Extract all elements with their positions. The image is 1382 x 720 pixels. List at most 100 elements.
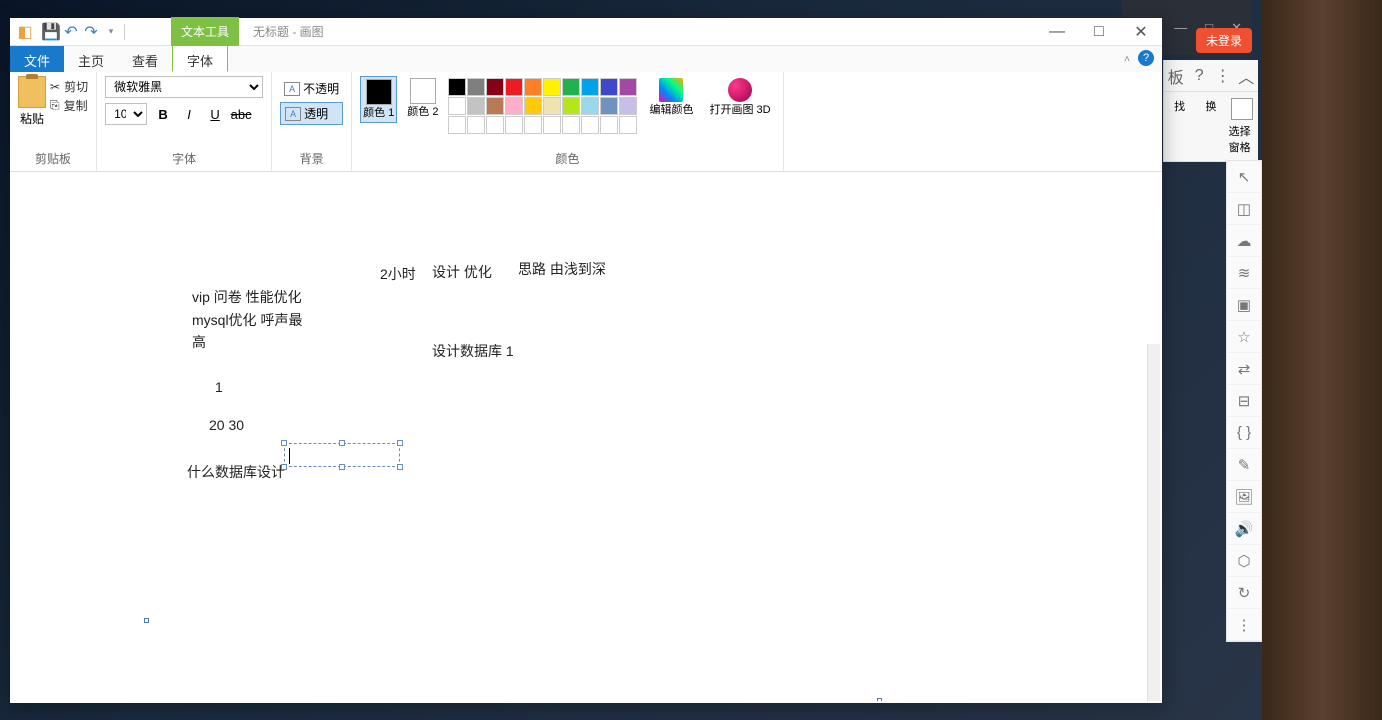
text-tool-tab: 文本工具 xyxy=(171,17,239,46)
desktop-wood-decor xyxy=(1262,0,1382,720)
paint-window: ◧ 💾 ↶ ↷ ▾ 文本工具 无标题 - 画图 — □ ✕ 文件 主页 查看 字… xyxy=(10,18,1162,703)
color-swatch-empty[interactable] xyxy=(448,116,466,134)
edit-colors-button[interactable]: 编辑颜色 xyxy=(645,76,697,119)
color-swatch[interactable] xyxy=(581,78,599,96)
rtb-hex-icon[interactable]: ⬡ xyxy=(1227,545,1261,577)
color-swatch[interactable] xyxy=(562,78,580,96)
paint3d-button[interactable]: 打开画图 3D xyxy=(705,76,774,119)
canvas-area[interactable]: 2小时 设计 优化 思路 由浅到深 vip 问卷 性能优化 mysql优化 呼声… xyxy=(12,174,1160,701)
strip-swap[interactable]: 换 xyxy=(1197,98,1224,155)
rtb-sound-icon[interactable]: 🔊 xyxy=(1227,513,1261,545)
paint-logo-icon[interactable]: ◧ xyxy=(16,23,34,41)
rtb-image-icon[interactable]: 🖼 xyxy=(1227,481,1261,513)
color-swatch-empty[interactable] xyxy=(581,116,599,134)
color-swatch[interactable] xyxy=(524,78,542,96)
color-swatch[interactable] xyxy=(619,97,637,115)
rtb-edit-icon[interactable]: ✎ xyxy=(1227,449,1261,481)
canvas[interactable]: 2小时 设计 优化 思路 由浅到深 vip 问卷 性能优化 mysql优化 呼声… xyxy=(12,174,1160,701)
group-font: 微软雅黑 10 B I U abc 字体 xyxy=(97,72,272,171)
canvas-text: 什么数据库设计 xyxy=(187,462,285,482)
color2-button[interactable]: 颜色 2 xyxy=(405,76,440,121)
rtb-more-icon[interactable]: ⋮ xyxy=(1227,609,1261,641)
color-swatch-empty[interactable] xyxy=(543,116,561,134)
minimize-button[interactable]: — xyxy=(1036,18,1078,46)
color-palette xyxy=(448,76,637,134)
color-swatch-empty[interactable] xyxy=(486,116,504,134)
rtb-star-icon[interactable]: ☆ xyxy=(1227,321,1261,353)
color-swatch[interactable] xyxy=(486,78,504,96)
color-swatch[interactable] xyxy=(543,78,561,96)
color-swatch[interactable] xyxy=(467,78,485,96)
color-swatch-empty[interactable] xyxy=(562,116,580,134)
color-swatch[interactable] xyxy=(581,97,599,115)
color-swatch[interactable] xyxy=(562,97,580,115)
rtb-flow-icon[interactable]: ≋ xyxy=(1227,257,1261,289)
undo-icon[interactable]: ↶ xyxy=(62,23,80,41)
strip-board-icon[interactable]: 板 xyxy=(1164,60,1188,91)
color-swatch[interactable] xyxy=(467,97,485,115)
color-swatch[interactable] xyxy=(543,97,561,115)
color-swatch[interactable] xyxy=(600,97,618,115)
paste-button[interactable]: 粘贴 xyxy=(18,76,46,127)
rtb-brackets-icon[interactable]: { } xyxy=(1227,417,1261,449)
color-swatch[interactable] xyxy=(505,97,523,115)
color-swatch-empty[interactable] xyxy=(467,116,485,134)
rtb-shapes-icon[interactable]: ◫ xyxy=(1227,193,1261,225)
group-background: A不透明 A透明 背景 xyxy=(272,72,352,171)
strip-select-pane[interactable]: 选择窗格 xyxy=(1229,98,1256,155)
color-swatch[interactable] xyxy=(524,97,542,115)
qat-dropdown-icon[interactable]: ▾ xyxy=(102,23,120,41)
color1-label: 颜色 1 xyxy=(363,107,394,120)
color1-button[interactable]: 颜色 1 xyxy=(360,76,397,123)
color-swatch[interactable] xyxy=(619,78,637,96)
color-swatch[interactable] xyxy=(505,78,523,96)
paint3d-label: 打开画图 3D xyxy=(709,104,770,117)
help-icon[interactable]: ? xyxy=(1188,60,1212,91)
rtb-refresh-icon[interactable]: ↻ xyxy=(1227,577,1261,609)
text-input-box[interactable] xyxy=(284,443,400,467)
color-swatch[interactable] xyxy=(448,78,466,96)
save-icon[interactable]: 💾 xyxy=(42,23,60,41)
collapse-ribbon-icon[interactable]: ˄ xyxy=(1124,54,1130,65)
underline-button[interactable]: U xyxy=(205,104,225,124)
strikethrough-button[interactable]: abc xyxy=(231,104,251,124)
close-button[interactable]: ✕ xyxy=(1120,18,1162,46)
strip-find[interactable]: 找 xyxy=(1166,98,1193,155)
font-family-select[interactable]: 微软雅黑 xyxy=(105,76,263,98)
maximize-button[interactable]: □ xyxy=(1078,18,1120,46)
tab-view[interactable]: 查看 xyxy=(118,46,172,72)
rtb-form-icon[interactable]: ⊟ xyxy=(1227,385,1261,417)
canvas-handle[interactable] xyxy=(877,698,882,701)
more-icon[interactable]: ⋮ xyxy=(1211,60,1235,91)
canvas-handle[interactable] xyxy=(144,618,149,623)
color-swatch[interactable] xyxy=(448,97,466,115)
color-swatch-empty[interactable] xyxy=(600,116,618,134)
vertical-scrollbar[interactable] xyxy=(1147,344,1160,701)
group-colors-label: 颜色 xyxy=(360,147,775,167)
transparent-button[interactable]: A透明 xyxy=(280,102,343,125)
tab-file[interactable]: 文件 xyxy=(10,46,64,72)
color-swatch-empty[interactable] xyxy=(524,116,542,134)
cut-button[interactable]: ✂剪切 xyxy=(50,78,88,95)
copy-button[interactable]: ⎘复制 xyxy=(50,97,88,114)
color-swatch-empty[interactable] xyxy=(619,116,637,134)
opaque-button[interactable]: A不透明 xyxy=(280,78,343,99)
help-button[interactable]: ? xyxy=(1138,50,1154,66)
color-swatch-empty[interactable] xyxy=(505,116,523,134)
color-swatch[interactable] xyxy=(486,97,504,115)
bg-minimize-icon[interactable]: — xyxy=(1174,20,1187,35)
tab-home[interactable]: 主页 xyxy=(64,46,118,72)
rtb-cloud-icon[interactable]: ☁ xyxy=(1227,225,1261,257)
strip-select-pane-label: 选择窗格 xyxy=(1229,123,1256,155)
login-button[interactable]: 未登录 xyxy=(1196,28,1252,53)
color-swatch[interactable] xyxy=(600,78,618,96)
tab-text[interactable]: 字体 xyxy=(172,46,228,72)
rtb-equals-icon[interactable]: ⇄ xyxy=(1227,353,1261,385)
chevron-up-icon[interactable]: ︿ xyxy=(1235,60,1259,91)
bold-button[interactable]: B xyxy=(153,104,173,124)
redo-icon[interactable]: ↷ xyxy=(82,23,100,41)
italic-button[interactable]: I xyxy=(179,104,199,124)
font-size-select[interactable]: 10 xyxy=(105,103,147,125)
rtb-picture-icon[interactable]: ▣ xyxy=(1227,289,1261,321)
rtb-cursor-icon[interactable]: ↖ xyxy=(1227,161,1261,193)
